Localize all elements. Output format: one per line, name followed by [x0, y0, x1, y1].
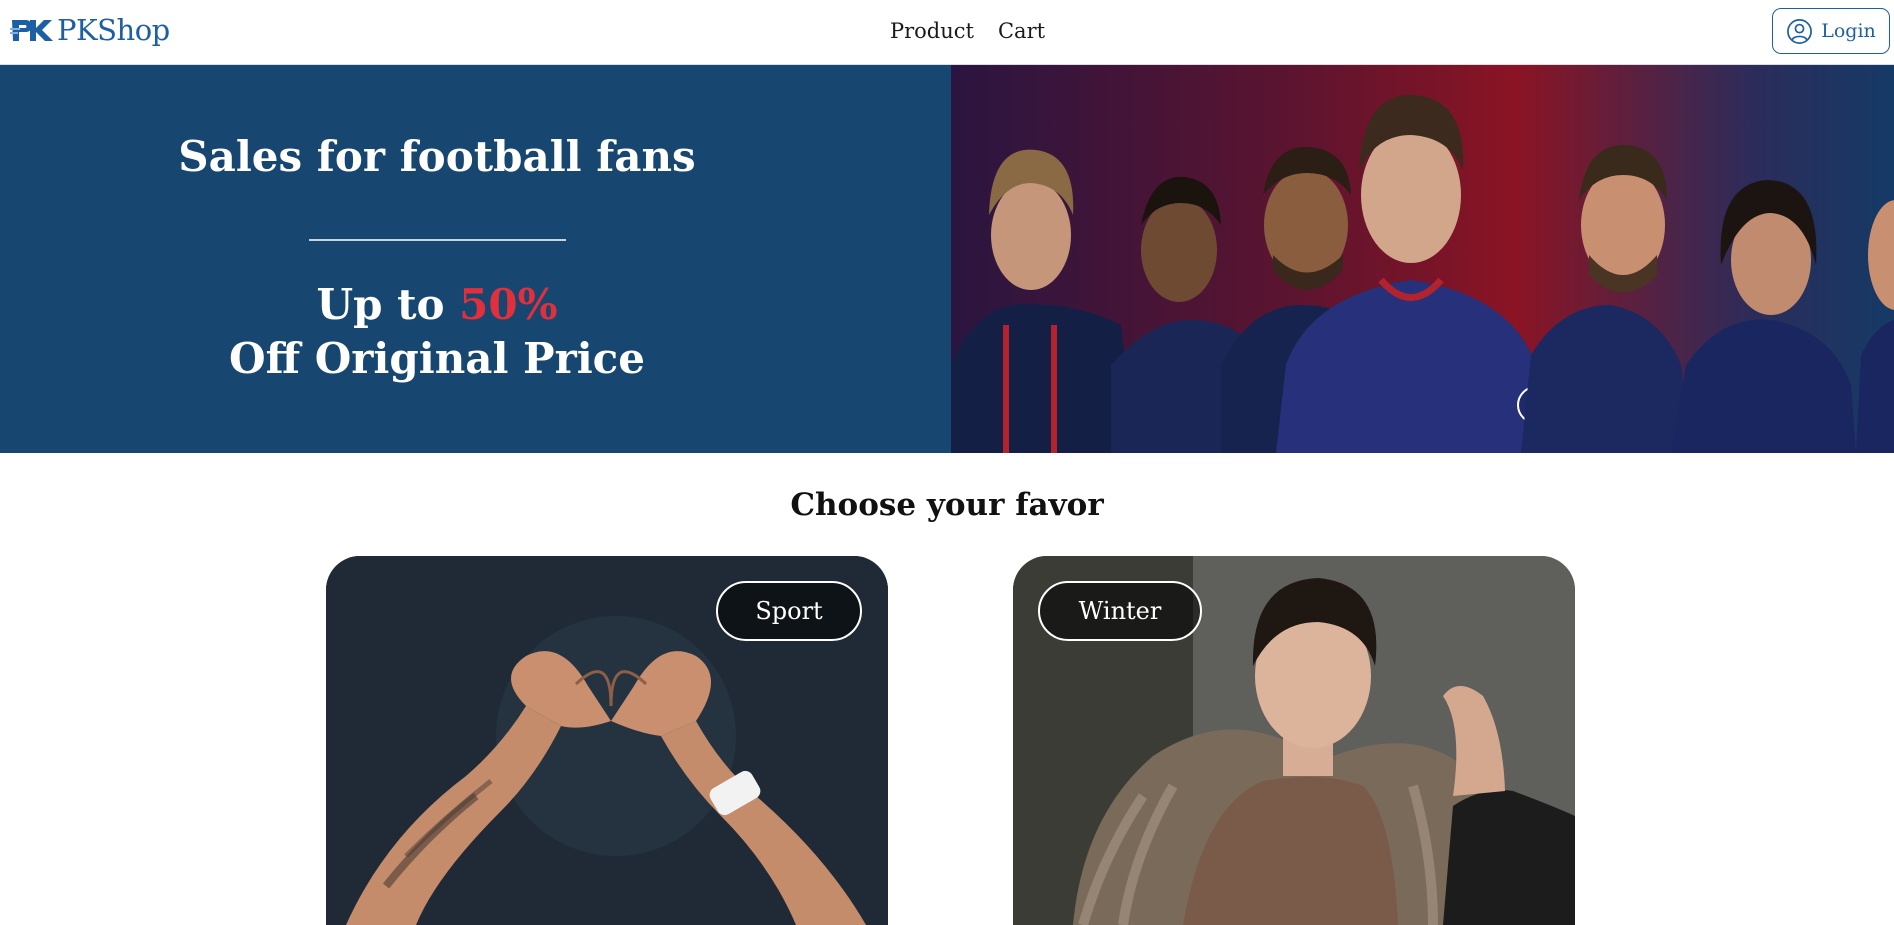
- hero-banner: Sales for football fans Up to 50% Off Or…: [0, 65, 1894, 453]
- top-navbar: PKShop Product Cart Login: [0, 0, 1894, 65]
- user-circle-icon: [1787, 18, 1813, 44]
- hero-promo-panel: Sales for football fans Up to 50% Off Or…: [0, 65, 951, 453]
- brand-logo[interactable]: PKShop: [10, 10, 170, 50]
- hero-divider: [309, 239, 566, 241]
- main-nav: Product Cart: [890, 14, 1045, 48]
- brand-name: PKShop: [57, 13, 170, 47]
- section-title: Choose your favor: [790, 487, 1104, 523]
- offer-highlight: 50%: [459, 280, 558, 329]
- nav-cart-link[interactable]: Cart: [998, 14, 1045, 48]
- category-card-sport[interactable]: Sport: [326, 556, 888, 925]
- login-label: Login: [1821, 20, 1876, 42]
- category-card-winter[interactable]: Winter: [1013, 556, 1575, 925]
- nav-product-link[interactable]: Product: [890, 14, 974, 48]
- tag-winter[interactable]: Winter: [1038, 581, 1202, 641]
- hero-offer: Up to 50% Off Original Price: [0, 278, 874, 386]
- login-button[interactable]: Login: [1772, 8, 1890, 54]
- offer-prefix: Up to: [316, 280, 460, 329]
- football-players-photo: [951, 65, 1894, 453]
- tag-sport[interactable]: Sport: [716, 581, 862, 641]
- football-players-illustration: [951, 65, 1894, 453]
- hero-title: Sales for football fans: [178, 132, 696, 181]
- offer-suffix: Off Original Price: [229, 334, 645, 383]
- pk-logo-icon: [10, 20, 53, 41]
